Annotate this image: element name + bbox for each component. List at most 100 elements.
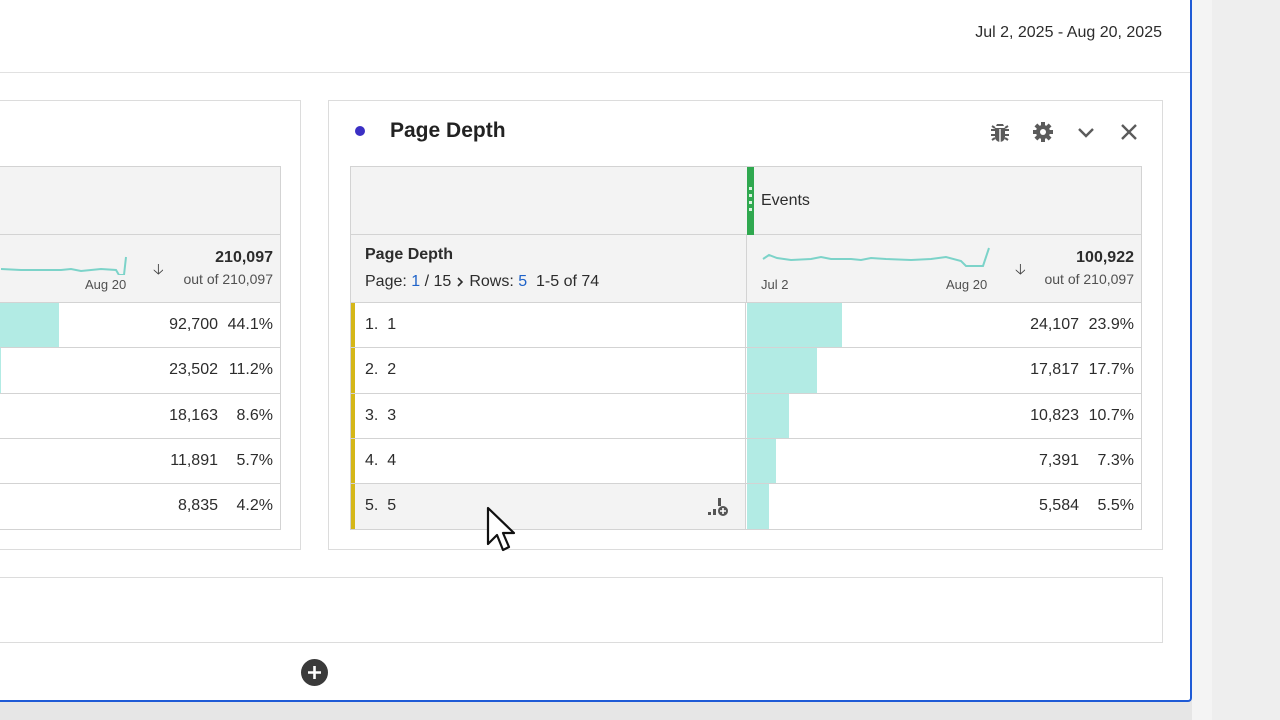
metric-percent: 8.6% xyxy=(236,406,273,424)
row-label[interactable]: 4. 4 xyxy=(365,452,396,470)
total-out-of: out of 210,097 xyxy=(1044,271,1134,287)
table-row[interactable]: 11,891 5.7% xyxy=(0,439,280,485)
metric-bar xyxy=(0,303,59,348)
mouse-cursor xyxy=(486,506,516,552)
table-row[interactable]: 3. 3 10,823 10.7% xyxy=(351,393,1141,439)
metric-value: 10,823 xyxy=(1030,406,1079,424)
metric-percent: 5.5% xyxy=(1097,497,1134,515)
divider xyxy=(0,72,1190,73)
table-row[interactable]: 18,163 8.6% xyxy=(0,394,280,439)
metric-value: 17,817 xyxy=(1030,361,1079,379)
table-row[interactable]: 5. 5 5,584 5.5% xyxy=(351,484,1141,530)
panel-status-dot xyxy=(355,126,365,136)
date-range[interactable]: Jul 2, 2025 - Aug 20, 2025 xyxy=(975,24,1162,42)
breakdown-icon[interactable] xyxy=(706,496,730,518)
table-row[interactable]: 2. 2 17,817 17.7% xyxy=(351,348,1141,394)
pagination: Page: 1 / 15 Rows: 5 1-5 of 74 xyxy=(365,273,599,291)
rows-value[interactable]: 5 xyxy=(518,273,527,291)
freeform-panel-page-depth: Page Depth Events Page Depth Page: 1 / 1… xyxy=(328,100,1163,550)
row-color-indicator xyxy=(351,393,355,438)
table-row[interactable]: 4. 4 7,391 7.3% xyxy=(351,438,1141,485)
metric-value: 23,502 xyxy=(169,361,218,379)
metric-percent: 4.2% xyxy=(236,497,273,515)
gear-icon[interactable] xyxy=(1030,119,1056,145)
chevron-down-icon[interactable] xyxy=(1073,119,1099,145)
bug-icon[interactable] xyxy=(987,119,1013,145)
freeform-table-left: Aug 20 🡣 210,097 out of 210,097 92,700 44… xyxy=(0,166,281,531)
dimension-cell[interactable] xyxy=(351,438,746,484)
dimension-title[interactable]: Page Depth xyxy=(365,246,453,264)
dimension-cell[interactable] xyxy=(351,393,746,438)
table-row[interactable]: 8,835 4.2% xyxy=(0,484,280,529)
summary-header: Page Depth Page: 1 / 15 Rows: 5 1-5 of 7… xyxy=(351,235,1141,303)
summary-header: Aug 20 🡣 210,097 out of 210,097 xyxy=(0,235,280,303)
rows-label: Rows: xyxy=(469,273,514,290)
table-row[interactable]: 1. 1 24,107 23.9% xyxy=(351,303,1141,349)
sparkline xyxy=(0,256,127,275)
spark-end-label: Aug 20 xyxy=(946,277,988,292)
metric-value: 5,584 xyxy=(1038,497,1079,515)
metric-value: 92,700 xyxy=(169,316,218,333)
plus-icon xyxy=(308,666,321,679)
metric-bar xyxy=(747,348,817,393)
dimension-cell[interactable] xyxy=(351,303,746,348)
panel-title[interactable]: Page Depth xyxy=(390,119,506,143)
table-row[interactable]: 92,700 44.1% xyxy=(0,303,280,349)
close-icon[interactable] xyxy=(1116,119,1142,145)
row-color-indicator xyxy=(351,348,355,393)
dimension-cell[interactable] xyxy=(351,348,746,393)
next-page-icon[interactable] xyxy=(451,275,469,289)
metric-value: 8,835 xyxy=(177,497,218,515)
metric-percent: 7.3% xyxy=(1097,451,1134,469)
metric-value: 18,163 xyxy=(169,406,218,424)
workspace-margin xyxy=(1192,0,1212,720)
table-row[interactable]: 23,502 11.2% xyxy=(0,348,280,394)
metric-header: Events xyxy=(351,167,1141,235)
metric-name[interactable]: Events xyxy=(761,192,810,210)
page-total: / 15 xyxy=(424,273,452,290)
metric-percent: 11.2% xyxy=(228,361,273,379)
freeform-table: Events Page Depth Page: 1 / 15 Rows: 5 1… xyxy=(350,166,1142,531)
metric-percent: 23.9% xyxy=(1088,316,1134,333)
page-current[interactable]: 1 xyxy=(411,273,420,291)
metric-percent: 10.7% xyxy=(1088,406,1134,424)
row-label[interactable]: 3. 3 xyxy=(365,407,396,425)
row-range: 1-5 of 74 xyxy=(536,273,600,290)
metric-value: 24,107 xyxy=(1030,316,1079,333)
metric-value: 7,391 xyxy=(1038,451,1079,469)
page-label: Page: xyxy=(365,273,407,290)
sort-arrow-icon[interactable]: 🡣 xyxy=(1015,259,1026,284)
freeform-panel-left: Aug 20 🡣 210,097 out of 210,097 92,700 44… xyxy=(0,100,301,550)
sort-arrow-icon[interactable]: 🡣 xyxy=(153,259,164,284)
column-divider xyxy=(746,235,747,303)
row-color-indicator xyxy=(351,303,355,348)
workspace-canvas: Jul 2, 2025 - Aug 20, 2025 Aug 20 🡣 210,… xyxy=(0,0,1192,702)
metric-bar xyxy=(747,438,776,484)
row-color-indicator xyxy=(351,438,355,484)
row-label[interactable]: 5. 5 xyxy=(365,497,396,515)
spark-end-label: Aug 20 xyxy=(85,277,127,292)
spark-start-label: Jul 2 xyxy=(761,277,789,292)
total-value: 100,922 xyxy=(1076,249,1134,266)
metric-percent: 44.1% xyxy=(227,316,273,333)
row-label[interactable]: 2. 2 xyxy=(365,361,396,379)
row-label[interactable]: 1. 1 xyxy=(365,316,396,334)
metric-value: 11,891 xyxy=(170,451,218,469)
metric-percent: 17.7% xyxy=(1088,361,1134,379)
panel-drop-zone[interactable] xyxy=(0,577,1163,643)
dimension-cell[interactable] xyxy=(351,484,746,530)
panel-actions xyxy=(987,119,1142,145)
metric-percent: 5.7% xyxy=(236,451,273,469)
row-color-indicator xyxy=(351,484,355,530)
metric-bar xyxy=(747,303,842,348)
sparkline xyxy=(762,247,990,267)
total-value: 210,097 xyxy=(215,249,273,266)
metric-bar xyxy=(747,393,789,438)
metric-bar xyxy=(747,484,769,530)
right-gutter xyxy=(1212,0,1280,720)
metric-bar xyxy=(0,348,1,393)
total-out-of: out of 210,097 xyxy=(183,271,273,287)
metric-drag-handle[interactable] xyxy=(747,167,754,235)
add-panel-button[interactable] xyxy=(301,659,328,686)
metric-header xyxy=(0,167,280,235)
